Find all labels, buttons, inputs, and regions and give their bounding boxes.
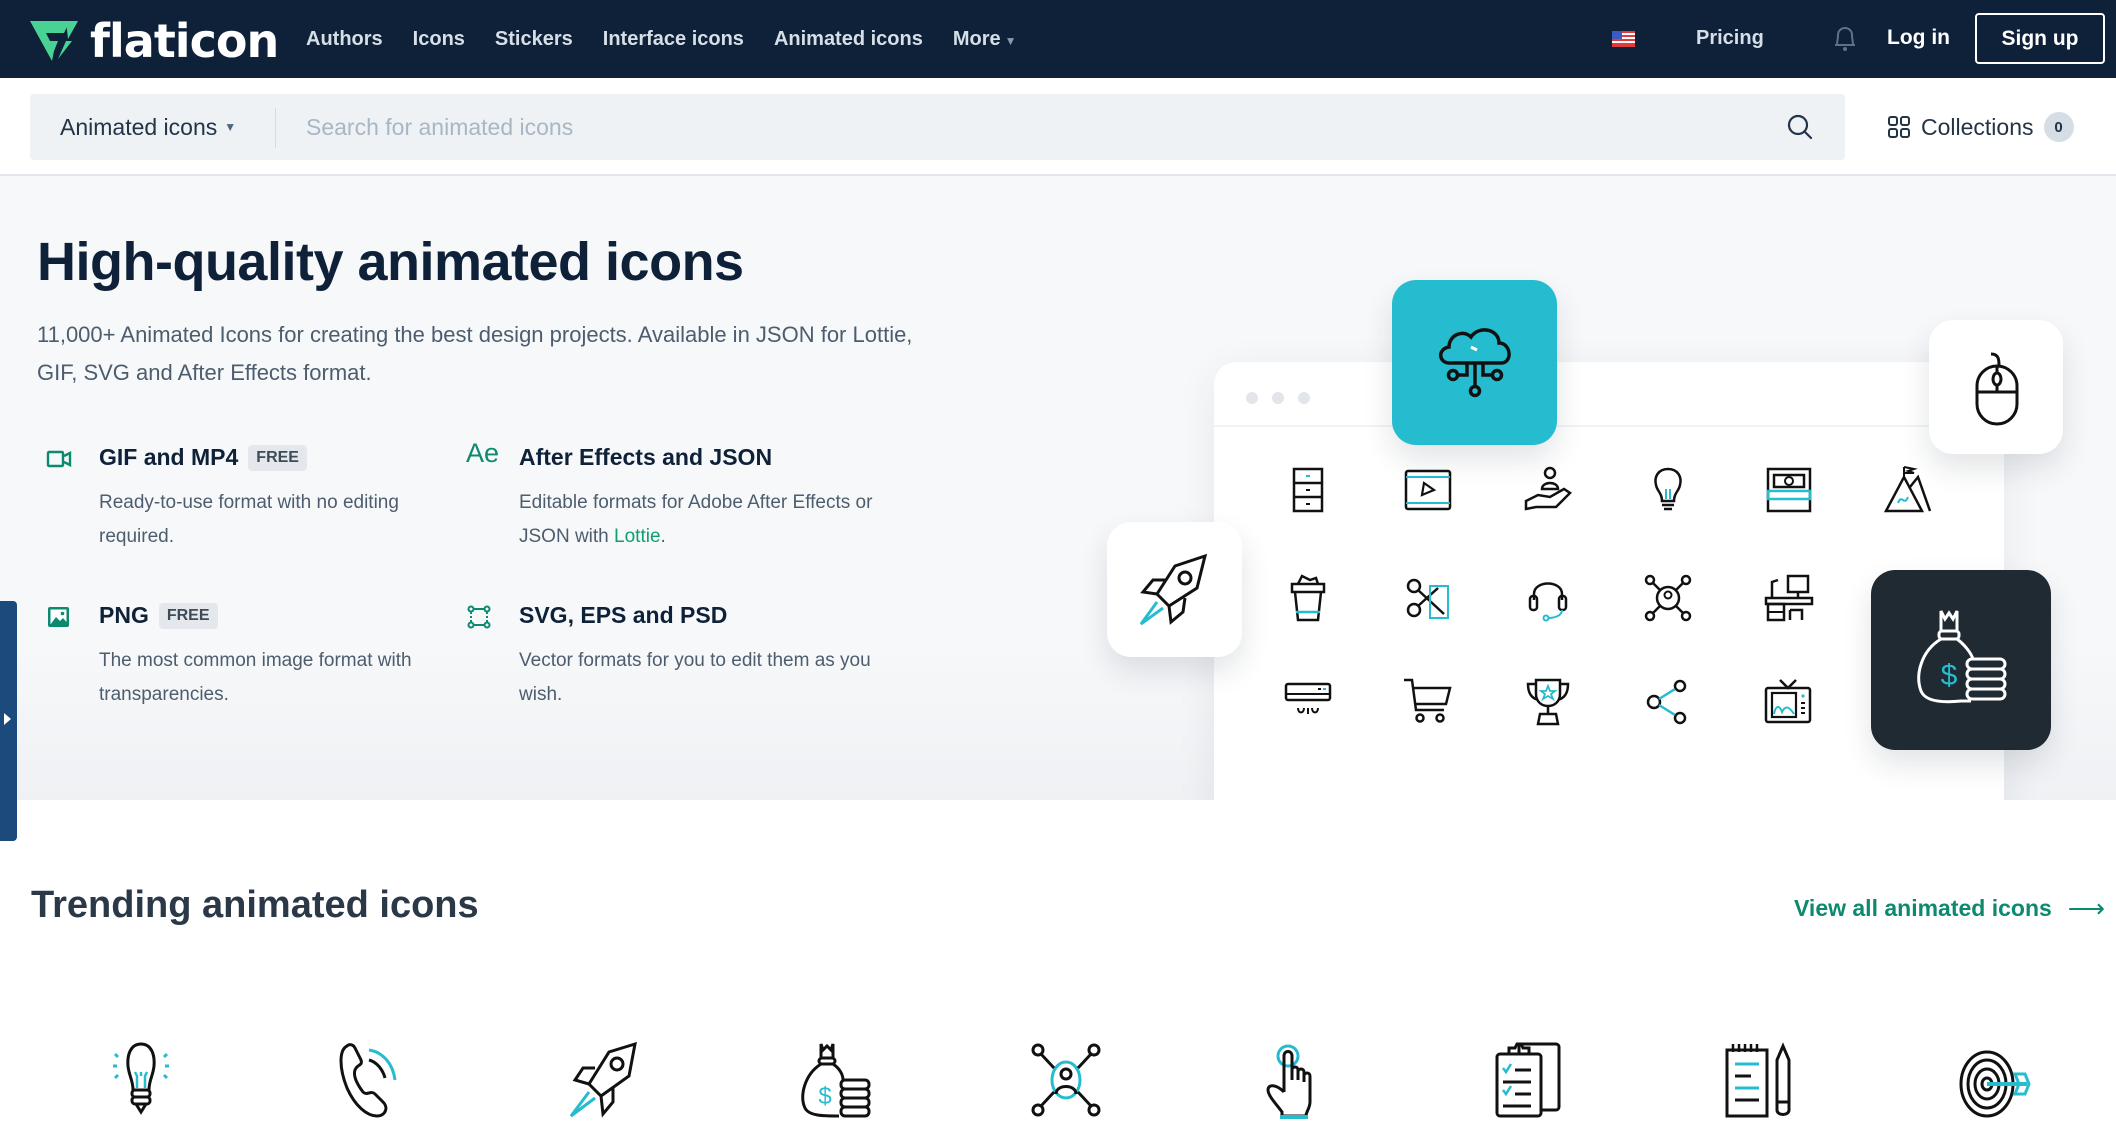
- brand-name: flaticon: [90, 14, 279, 68]
- svg-text:$: $: [1941, 659, 1958, 692]
- cabinet-icon[interactable]: [1280, 463, 1336, 519]
- page-title: High-quality animated icons: [37, 232, 744, 292]
- view-all-label: View all animated icons: [1794, 895, 2052, 921]
- lightbulb-icon[interactable]: [101, 1040, 181, 1120]
- nav-animated-icons[interactable]: Animated icons: [774, 28, 923, 51]
- svg-text:$: $: [818, 1083, 831, 1110]
- tv-icon[interactable]: [1760, 674, 1816, 730]
- caret-down-icon: ▼: [1004, 33, 1017, 48]
- main-nav: Authors Icons Stickers Interface icons A…: [306, 0, 1017, 78]
- search-icon[interactable]: [1785, 112, 1815, 142]
- hero-subtitle: 11,000+ Animated Icons for creating the …: [37, 322, 913, 385]
- search-input[interactable]: [306, 94, 1756, 160]
- workspace-desk-icon[interactable]: [1760, 570, 1816, 626]
- search-row: Animated icons ▼ Collections 0: [0, 78, 2116, 176]
- window-dots: [1246, 392, 1310, 404]
- search-divider: [275, 108, 276, 148]
- money-stack-icon[interactable]: [1760, 463, 1816, 519]
- money-bag-card[interactable]: $: [1871, 570, 2051, 750]
- video-camera-icon: [46, 450, 72, 468]
- search-type-label: Animated icons: [60, 113, 218, 140]
- feature-description: Editable formats for Adobe After Effects…: [519, 486, 879, 554]
- free-badge: FREE: [158, 602, 218, 629]
- search-bar: Animated icons ▼: [30, 94, 1845, 160]
- feature-description: The most common image format with transp…: [99, 650, 412, 705]
- after-effects-icon: Ae: [466, 438, 500, 468]
- view-all-animated-icons-link[interactable]: View all animated icons ⟶: [1794, 893, 2105, 924]
- hero-section: High-quality animated icons 11,000+ Anim…: [0, 176, 2116, 800]
- feature-title: GIF and MP4: [99, 444, 239, 470]
- top-navigation-bar: flaticon Authors Icons Stickers Interfac…: [0, 0, 2116, 78]
- arrow-right-icon: ⟶: [2067, 893, 2106, 923]
- flaticon-logo[interactable]: flaticon: [28, 14, 279, 68]
- feature-description: Vector formats for you to edit them as y…: [519, 650, 871, 705]
- pricing-link[interactable]: Pricing: [1696, 27, 1764, 50]
- phone-call-icon[interactable]: [333, 1040, 413, 1120]
- clipboard-checklist-icon[interactable]: [1489, 1040, 1569, 1120]
- side-panel-toggle[interactable]: [0, 601, 17, 841]
- cloud-network-icon: [1438, 327, 1511, 397]
- search-type-dropdown[interactable]: Animated icons ▼: [60, 94, 236, 160]
- network-user-icon[interactable]: [1640, 570, 1696, 626]
- trending-title: Trending animated icons: [31, 884, 479, 926]
- flaticon-logo-icon: [30, 21, 78, 61]
- air-conditioner-icon[interactable]: [1280, 674, 1336, 730]
- nav-icons[interactable]: Icons: [413, 28, 465, 51]
- feature-description-end: .: [660, 526, 666, 547]
- feature-title: SVG, EPS and PSD: [519, 602, 728, 628]
- vector-nodes-icon: [467, 605, 491, 629]
- feature-description-text: Editable formats for Adobe After Effects…: [519, 492, 873, 547]
- notepad-pencil-icon[interactable]: [1721, 1040, 1801, 1120]
- collections-button[interactable]: Collections 0: [1887, 94, 2074, 160]
- us-flag-icon[interactable]: [1612, 31, 1635, 47]
- computer-mouse-icon: [1975, 352, 2019, 426]
- shopping-cart-icon[interactable]: [1400, 674, 1456, 730]
- caret-down-icon: ▼: [224, 120, 237, 134]
- nav-more-label: More: [952, 27, 1001, 50]
- feature-title: After Effects and JSON: [519, 444, 773, 470]
- computer-mouse-card[interactable]: [1929, 320, 2063, 454]
- login-link[interactable]: Log in: [1887, 26, 1950, 50]
- lightbulb-icon[interactable]: [1640, 463, 1696, 519]
- trash-bin-icon[interactable]: [1280, 570, 1336, 626]
- money-bag-icon: $: [1917, 610, 2007, 704]
- nav-interface-icons[interactable]: Interface icons: [603, 28, 744, 51]
- rocket-icon[interactable]: [563, 1040, 643, 1120]
- tap-hand-icon[interactable]: [1258, 1040, 1338, 1120]
- collections-count-badge: 0: [2043, 112, 2074, 142]
- trophy-icon[interactable]: [1520, 674, 1576, 730]
- rocket-icon: [1139, 553, 1207, 625]
- feature-description: Ready-to-use format with no editing requ…: [99, 492, 399, 547]
- user-care-icon[interactable]: [1520, 463, 1576, 519]
- money-bag-icon[interactable]: $: [795, 1040, 875, 1120]
- lottie-link[interactable]: Lottie: [614, 526, 660, 547]
- bell-icon[interactable]: [1829, 23, 1861, 55]
- nav-more[interactable]: More ▼: [953, 28, 1017, 51]
- nav-authors[interactable]: Authors: [306, 28, 383, 51]
- free-badge: FREE: [248, 444, 307, 471]
- window-divider: [1214, 425, 2004, 427]
- nav-stickers[interactable]: Stickers: [495, 28, 573, 51]
- headset-icon[interactable]: [1520, 570, 1576, 626]
- scissors-icon[interactable]: [1400, 570, 1456, 626]
- cloud-network-card[interactable]: [1392, 280, 1557, 445]
- rocket-card[interactable]: [1107, 522, 1242, 657]
- video-player-icon[interactable]: [1400, 463, 1456, 519]
- caret-right-icon: [4, 713, 11, 725]
- network-user-icon[interactable]: [1026, 1040, 1106, 1120]
- collections-label: Collections: [1921, 113, 2034, 140]
- grid-icon: [1888, 116, 1910, 138]
- share-icon[interactable]: [1640, 674, 1696, 730]
- signup-button[interactable]: Sign up: [1975, 13, 2105, 64]
- mountain-flag-icon[interactable]: [1880, 463, 1936, 519]
- feature-title: PNG: [99, 602, 149, 628]
- target-arrow-icon[interactable]: [1953, 1040, 2033, 1120]
- image-icon: [48, 607, 69, 627]
